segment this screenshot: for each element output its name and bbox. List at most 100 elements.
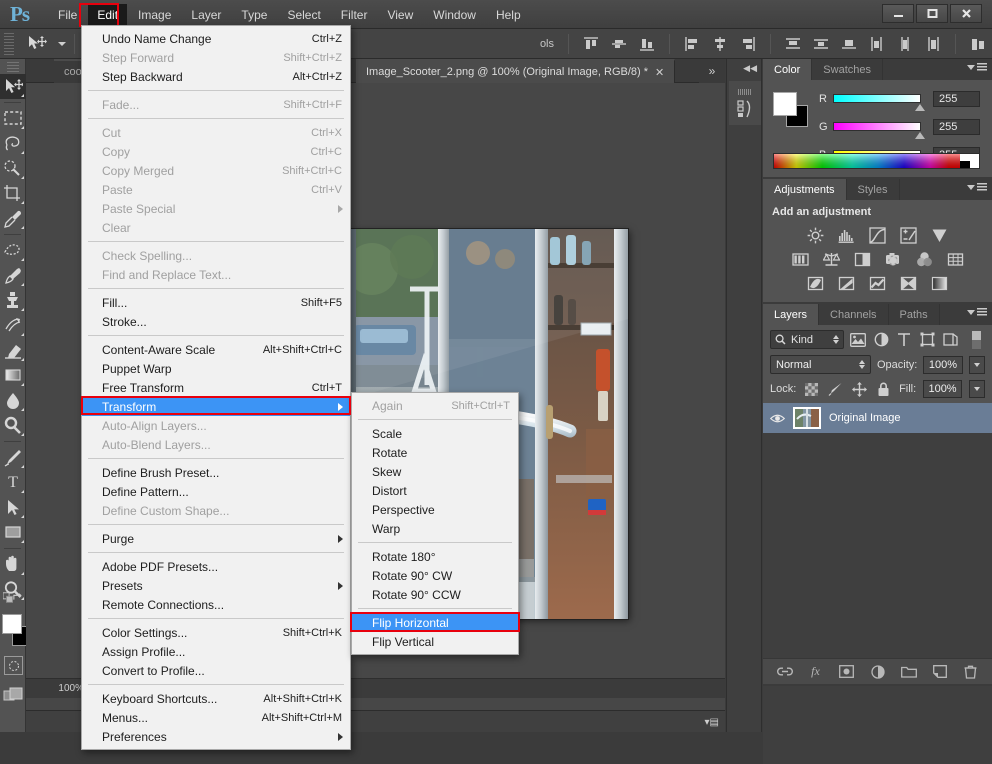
menu-item-again[interactable]: Again Shift+Ctrl+T: [352, 396, 518, 415]
menu-image[interactable]: Image: [129, 4, 180, 26]
menu-item-puppet-warp[interactable]: Puppet Warp: [82, 359, 350, 378]
path-selection-tool[interactable]: [0, 495, 26, 520]
filter-shape-layers-icon[interactable]: [918, 331, 936, 349]
channel-slider[interactable]: [833, 122, 925, 139]
maximize-button[interactable]: [916, 4, 948, 23]
pen-tool[interactable]: [0, 445, 26, 470]
menu-edit[interactable]: Edit: [88, 3, 128, 26]
filter-type-layers-icon[interactable]: [895, 331, 913, 349]
distribute-bottom-edges-icon[interactable]: [835, 33, 863, 55]
color-balance-icon[interactable]: [822, 250, 841, 268]
menu-item-define-pattern[interactable]: Define Pattern...: [82, 482, 350, 501]
menu-help[interactable]: Help: [487, 4, 530, 26]
menu-item-check-spelling[interactable]: Check Spelling...: [82, 246, 350, 265]
eraser-tool[interactable]: [0, 338, 26, 363]
close-tab-icon[interactable]: ✕: [655, 66, 664, 79]
menu-item-assign-profile[interactable]: Assign Profile...: [82, 642, 350, 661]
filter-smart-objects-icon[interactable]: [941, 331, 959, 349]
crop-tool[interactable]: [0, 181, 26, 206]
menu-item-copy-merged[interactable]: Copy Merged Shift+Ctrl+C: [82, 161, 350, 180]
menu-item-free-transform[interactable]: Free Transform Ctrl+T: [82, 378, 350, 397]
menu-item-auto-align-layers[interactable]: Auto-Align Layers...: [82, 416, 350, 435]
auto-align-layers-icon[interactable]: [964, 33, 992, 55]
distribute-horizontal-centers-icon[interactable]: [891, 33, 919, 55]
photo-filter-icon[interactable]: [884, 250, 903, 268]
menu-window[interactable]: Window: [424, 4, 485, 26]
blur-tool[interactable]: [0, 388, 26, 413]
menu-item-remote-connections[interactable]: Remote Connections...: [82, 595, 350, 614]
menu-item-cut[interactable]: Cut Ctrl+X: [82, 123, 350, 142]
filter-pixel-layers-icon[interactable]: [849, 331, 867, 349]
add-mask-icon[interactable]: [839, 664, 855, 680]
fx-icon[interactable]: fx: [808, 664, 824, 680]
layer-visibility-icon[interactable]: [770, 413, 785, 424]
menu-item-paste[interactable]: Paste Ctrl+V: [82, 180, 350, 199]
lock-position-icon[interactable]: [851, 380, 868, 398]
spot-healing-brush-tool[interactable]: [0, 238, 26, 263]
menu-file[interactable]: File: [49, 4, 86, 26]
menu-item-define-custom-shape[interactable]: Define Custom Shape...: [82, 501, 350, 520]
selective-color-icon[interactable]: [899, 274, 918, 292]
align-bottom-edges-icon[interactable]: [633, 33, 661, 55]
align-right-edges-icon[interactable]: [734, 33, 762, 55]
tab-adjustments[interactable]: Adjustments: [763, 179, 847, 200]
fill-dropdown-button[interactable]: [968, 380, 985, 398]
history-brush-tool[interactable]: [0, 313, 26, 338]
menu-item-stroke[interactable]: Stroke...: [82, 312, 350, 331]
menu-item-fill[interactable]: Fill... Shift+F5: [82, 293, 350, 312]
lock-transparent-pixels-icon[interactable]: [803, 380, 820, 398]
channel-value[interactable]: 255: [933, 90, 980, 107]
menu-item-rotate-90-cw[interactable]: Rotate 90° CW: [352, 566, 518, 585]
move-tool[interactable]: [0, 74, 26, 99]
menu-select[interactable]: Select: [278, 4, 329, 26]
menu-item-rotate[interactable]: Rotate: [352, 443, 518, 462]
menu-item-preferences[interactable]: Preferences: [82, 727, 350, 746]
menu-item-transform[interactable]: Transform: [82, 397, 350, 416]
hand-tool[interactable]: [0, 552, 26, 577]
menu-item-find-and-replace-text[interactable]: Find and Replace Text...: [82, 265, 350, 284]
adjustments-panel-menu-icon[interactable]: [967, 183, 987, 192]
layer-filter-stepper-icon[interactable]: [833, 335, 839, 344]
foreground-color-swatch[interactable]: [2, 614, 22, 634]
distribute-left-edges-icon[interactable]: [863, 33, 891, 55]
document-tab-active[interactable]: Image_Scooter_2.png @ 100% (Original Ima…: [356, 59, 676, 83]
hue-saturation-icon[interactable]: [791, 250, 810, 268]
blend-mode-stepper-icon[interactable]: [858, 360, 865, 369]
channel-slider[interactable]: [833, 94, 925, 111]
menu-item-flip-vertical[interactable]: Flip Vertical: [352, 632, 518, 651]
new-group-icon[interactable]: [900, 664, 917, 680]
channel-value[interactable]: 255: [933, 118, 980, 135]
layer-name[interactable]: Original Image: [829, 412, 901, 424]
menu-item-convert-to-profile[interactable]: Convert to Profile...: [82, 661, 350, 680]
rectangle-tool[interactable]: [0, 520, 26, 545]
menu-item-perspective[interactable]: Perspective: [352, 500, 518, 519]
color-panel-foreground-swatch[interactable]: [773, 92, 797, 116]
filter-toggle-switch[interactable]: [967, 330, 985, 349]
history-panel-dock-button[interactable]: [729, 81, 761, 125]
swap-colors-icon[interactable]: [13, 592, 23, 603]
menu-item-warp[interactable]: Warp: [352, 519, 518, 538]
screen-mode-button[interactable]: [3, 687, 25, 705]
eyedropper-tool[interactable]: [0, 206, 26, 231]
layer-filter-kind-select[interactable]: Kind: [770, 330, 844, 349]
layer-thumbnail[interactable]: [793, 407, 821, 429]
levels-icon[interactable]: [837, 226, 856, 244]
black-white-icon[interactable]: [853, 250, 872, 268]
menu-item-purge[interactable]: Purge: [82, 529, 350, 548]
gradient-map-icon[interactable]: [930, 274, 949, 292]
align-horizontal-centers-icon[interactable]: [706, 33, 734, 55]
menu-item-scale[interactable]: Scale: [352, 424, 518, 443]
quick-mask-button[interactable]: [4, 656, 23, 675]
lock-all-icon[interactable]: [875, 380, 892, 398]
clone-stamp-tool[interactable]: [0, 288, 26, 313]
close-button[interactable]: [950, 4, 982, 23]
menu-item-adobe-pdf-presets[interactable]: Adobe PDF Presets...: [82, 557, 350, 576]
distribute-right-edges-icon[interactable]: [919, 33, 947, 55]
vibrance-icon[interactable]: [930, 226, 949, 244]
menu-item-menus[interactable]: Menus... Alt+Shift+Ctrl+M: [82, 708, 350, 727]
toolbar-grip[interactable]: [6, 62, 19, 72]
minimize-button[interactable]: [882, 4, 914, 23]
horizontal-type-tool[interactable]: T: [0, 470, 26, 495]
brightness-contrast-icon[interactable]: [806, 226, 825, 244]
color-panel-swatches[interactable]: [773, 92, 808, 127]
